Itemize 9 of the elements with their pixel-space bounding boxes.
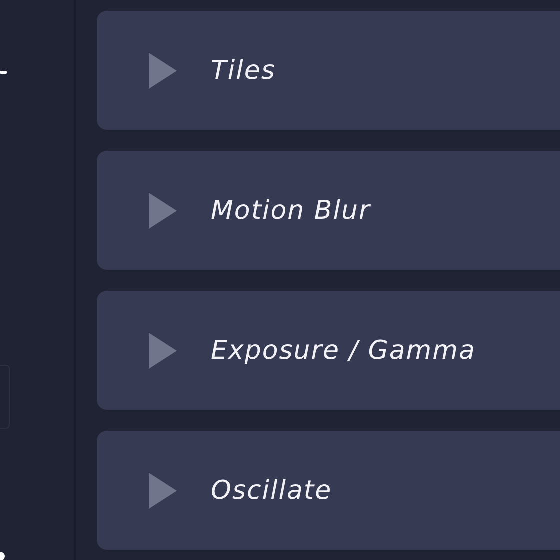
section-header[interactable]: Oscillate [97, 431, 560, 550]
dash-icon [0, 71, 7, 74]
section-header[interactable]: Tiles [97, 11, 560, 130]
section-title: Tiles [211, 56, 276, 86]
section-header[interactable]: Exposure / Gamma [97, 291, 560, 410]
section-title: Exposure / Gamma [211, 336, 476, 366]
section-title: Oscillate [211, 476, 332, 506]
section-title: Motion Blur [211, 196, 371, 226]
section-header[interactable]: Motion Blur [97, 151, 560, 270]
